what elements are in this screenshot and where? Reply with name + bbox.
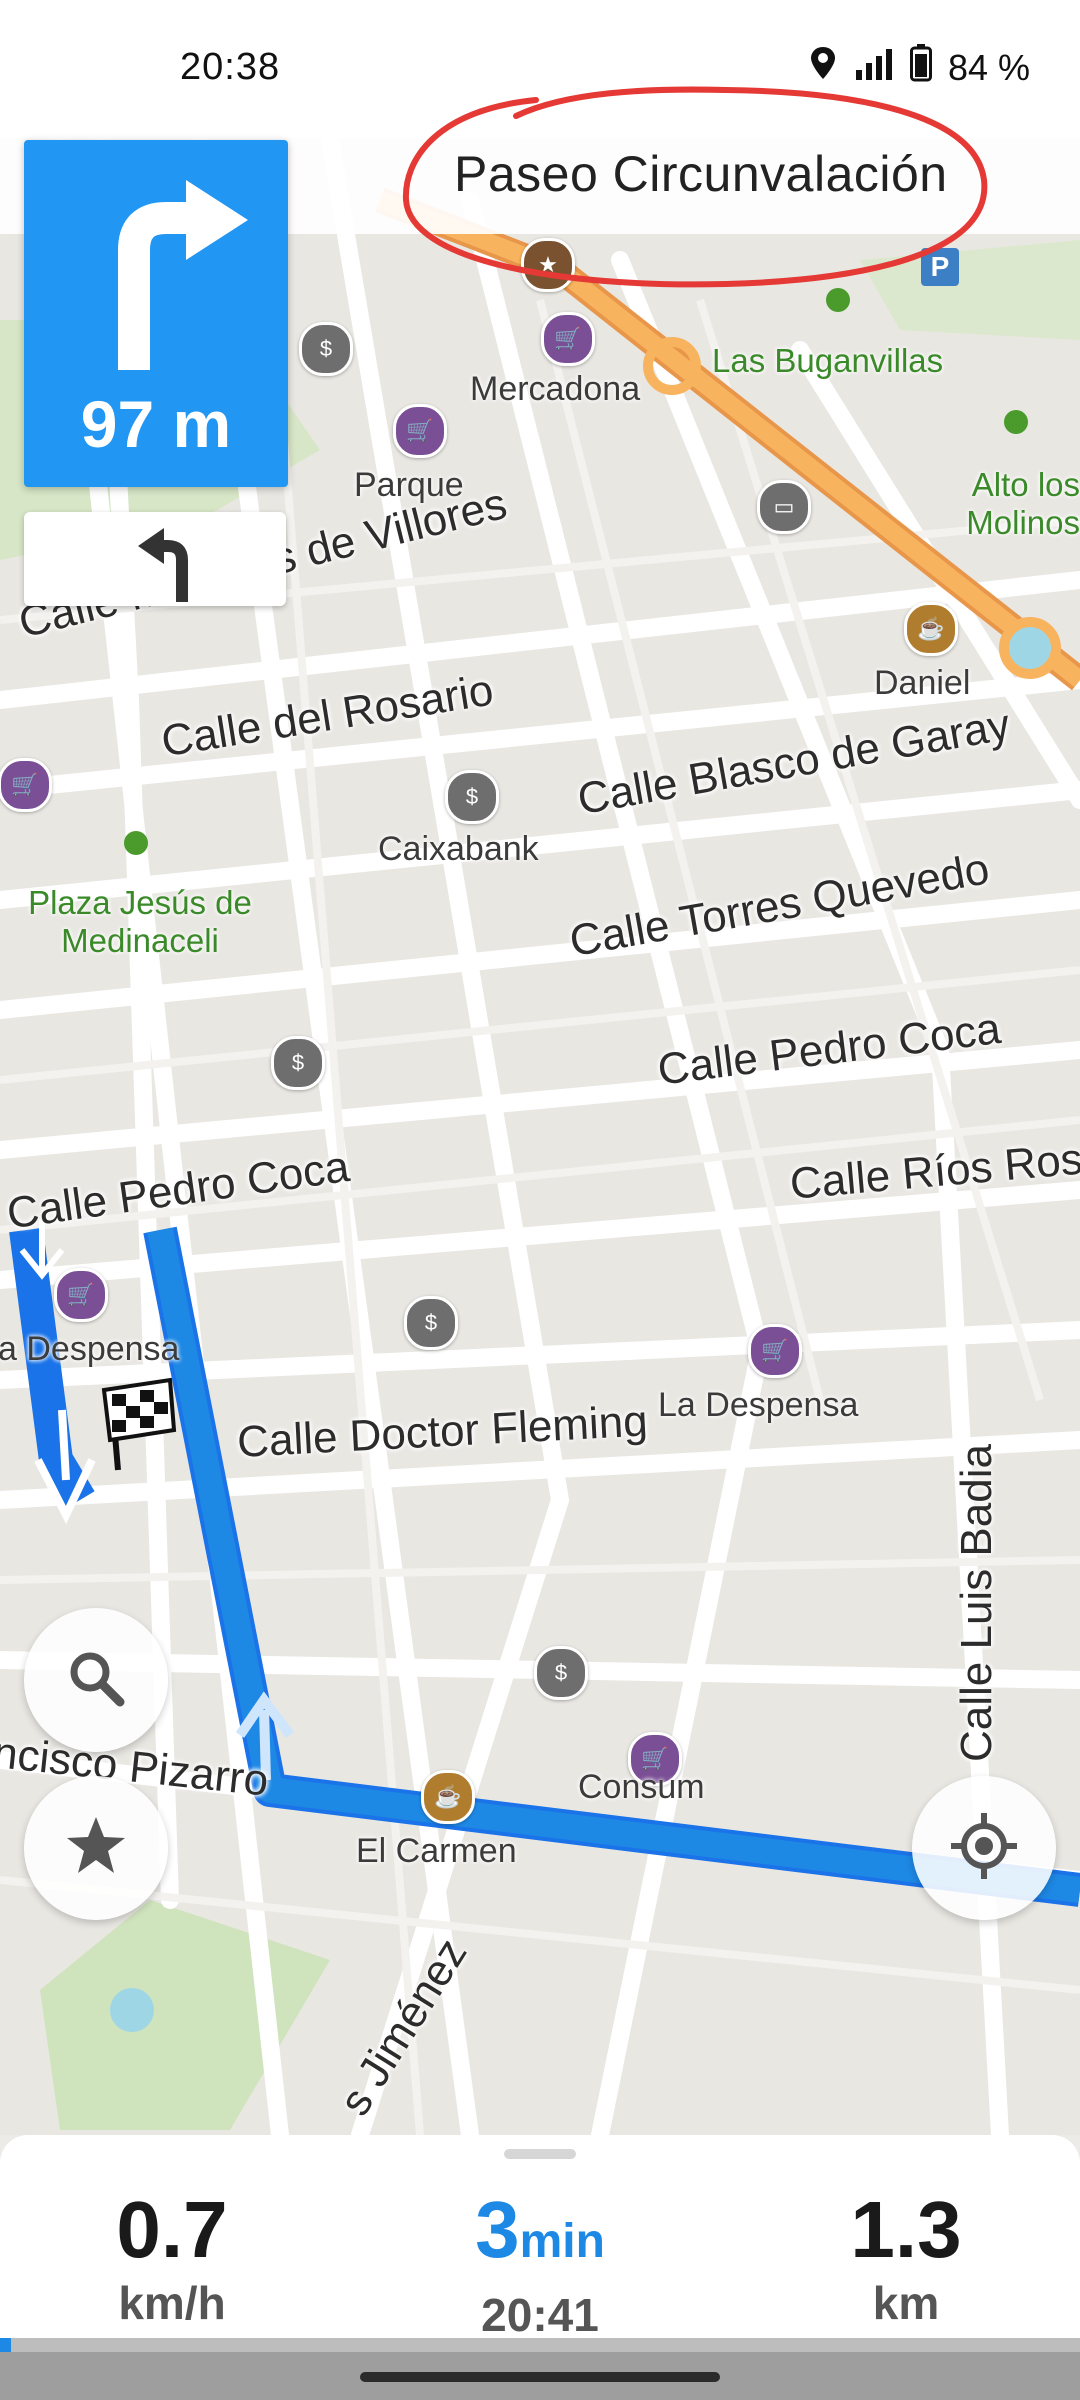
drag-handle[interactable]: [504, 2149, 576, 2159]
battery-percent: 84 %: [947, 46, 1030, 88]
bank-pin-icon[interactable]: $: [404, 1296, 458, 1350]
poi-label: Parque: [354, 466, 464, 504]
bank-pin-icon[interactable]: $: [445, 770, 499, 824]
shop-pin-icon[interactable]: 🛒: [0, 758, 52, 812]
search-button[interactable]: [24, 1608, 168, 1752]
time-remaining-value: 3: [475, 2185, 520, 2274]
bank-pin-icon[interactable]: $: [271, 1036, 325, 1090]
road-label: Calle Luis Badia: [952, 1444, 1001, 1762]
battery-icon: [909, 44, 932, 91]
bus-pin-icon[interactable]: ▭: [757, 480, 811, 534]
shop-pin-icon[interactable]: 🛒: [393, 404, 447, 458]
speed-unit: km/h: [118, 2277, 226, 2329]
route-progress-fill: [0, 2338, 11, 2352]
status-time: 20:38: [180, 46, 281, 88]
locate-icon: [949, 1811, 1019, 1886]
next-turn-card[interactable]: [24, 512, 286, 606]
distance-unit: km: [872, 2277, 940, 2329]
recenter-button[interactable]: [912, 1776, 1056, 1920]
poi-label: La Despensa: [658, 1386, 859, 1424]
status-icons: 84 %: [808, 44, 1030, 91]
signal-icon: [854, 47, 894, 89]
route-progress-bar: [0, 2338, 1080, 2352]
turn-distance: 97 m: [80, 387, 232, 461]
turn-right-icon: [94, 170, 254, 375]
home-gesture-bar[interactable]: [360, 2372, 720, 2382]
speed-value: 0.7: [116, 2185, 228, 2274]
speed-metric: 0.7 km/h: [22, 2185, 322, 2331]
time-remaining-unit: min: [519, 2215, 605, 2268]
shop-pin-icon[interactable]: 🛒: [54, 1268, 108, 1322]
search-icon: [64, 1646, 128, 1715]
status-bar: 20:38 84 %: [0, 0, 1080, 138]
poi-label: a Despensa: [0, 1330, 180, 1368]
shop-pin-icon[interactable]: 🛒: [541, 312, 595, 366]
poi-label: Daniel: [874, 664, 971, 702]
current-street-name: Paseo Circunvalación: [454, 146, 948, 202]
favorites-button[interactable]: [24, 1776, 168, 1920]
poi-label: Consum: [578, 1768, 705, 1806]
bank-pin-icon[interactable]: $: [299, 322, 353, 376]
cafe-pin-icon[interactable]: ☕: [421, 1770, 475, 1824]
distance-value: 1.3: [850, 2185, 962, 2274]
system-nav-bar: [0, 2352, 1080, 2400]
location-icon: [808, 45, 838, 90]
park-label: Plaza Jesús de Medinaceli: [28, 884, 252, 959]
park-label: Las Buganvillas: [712, 342, 944, 379]
time-metric: 3min 20:41: [390, 2185, 690, 2343]
shop-pin-icon[interactable]: 🛒: [748, 1324, 802, 1378]
star-icon: [63, 1813, 129, 1884]
favorite-pin-icon[interactable]: ★: [521, 238, 575, 292]
turn-instruction-card[interactable]: 97 m: [24, 140, 288, 487]
bank-pin-icon[interactable]: $: [534, 1646, 588, 1700]
park-label: Alto los Molinos: [966, 466, 1080, 541]
poi-label: El Carmen: [356, 1832, 517, 1870]
poi-label: Mercadona: [470, 370, 641, 408]
turn-left-icon: [134, 522, 204, 607]
cafe-pin-icon[interactable]: ☕: [904, 602, 958, 656]
parking-icon[interactable]: P: [921, 248, 959, 286]
poi-label: Caixabank: [378, 830, 539, 868]
distance-metric: 1.3 km: [756, 2185, 1056, 2331]
arrival-time: 20:41: [481, 2289, 599, 2341]
